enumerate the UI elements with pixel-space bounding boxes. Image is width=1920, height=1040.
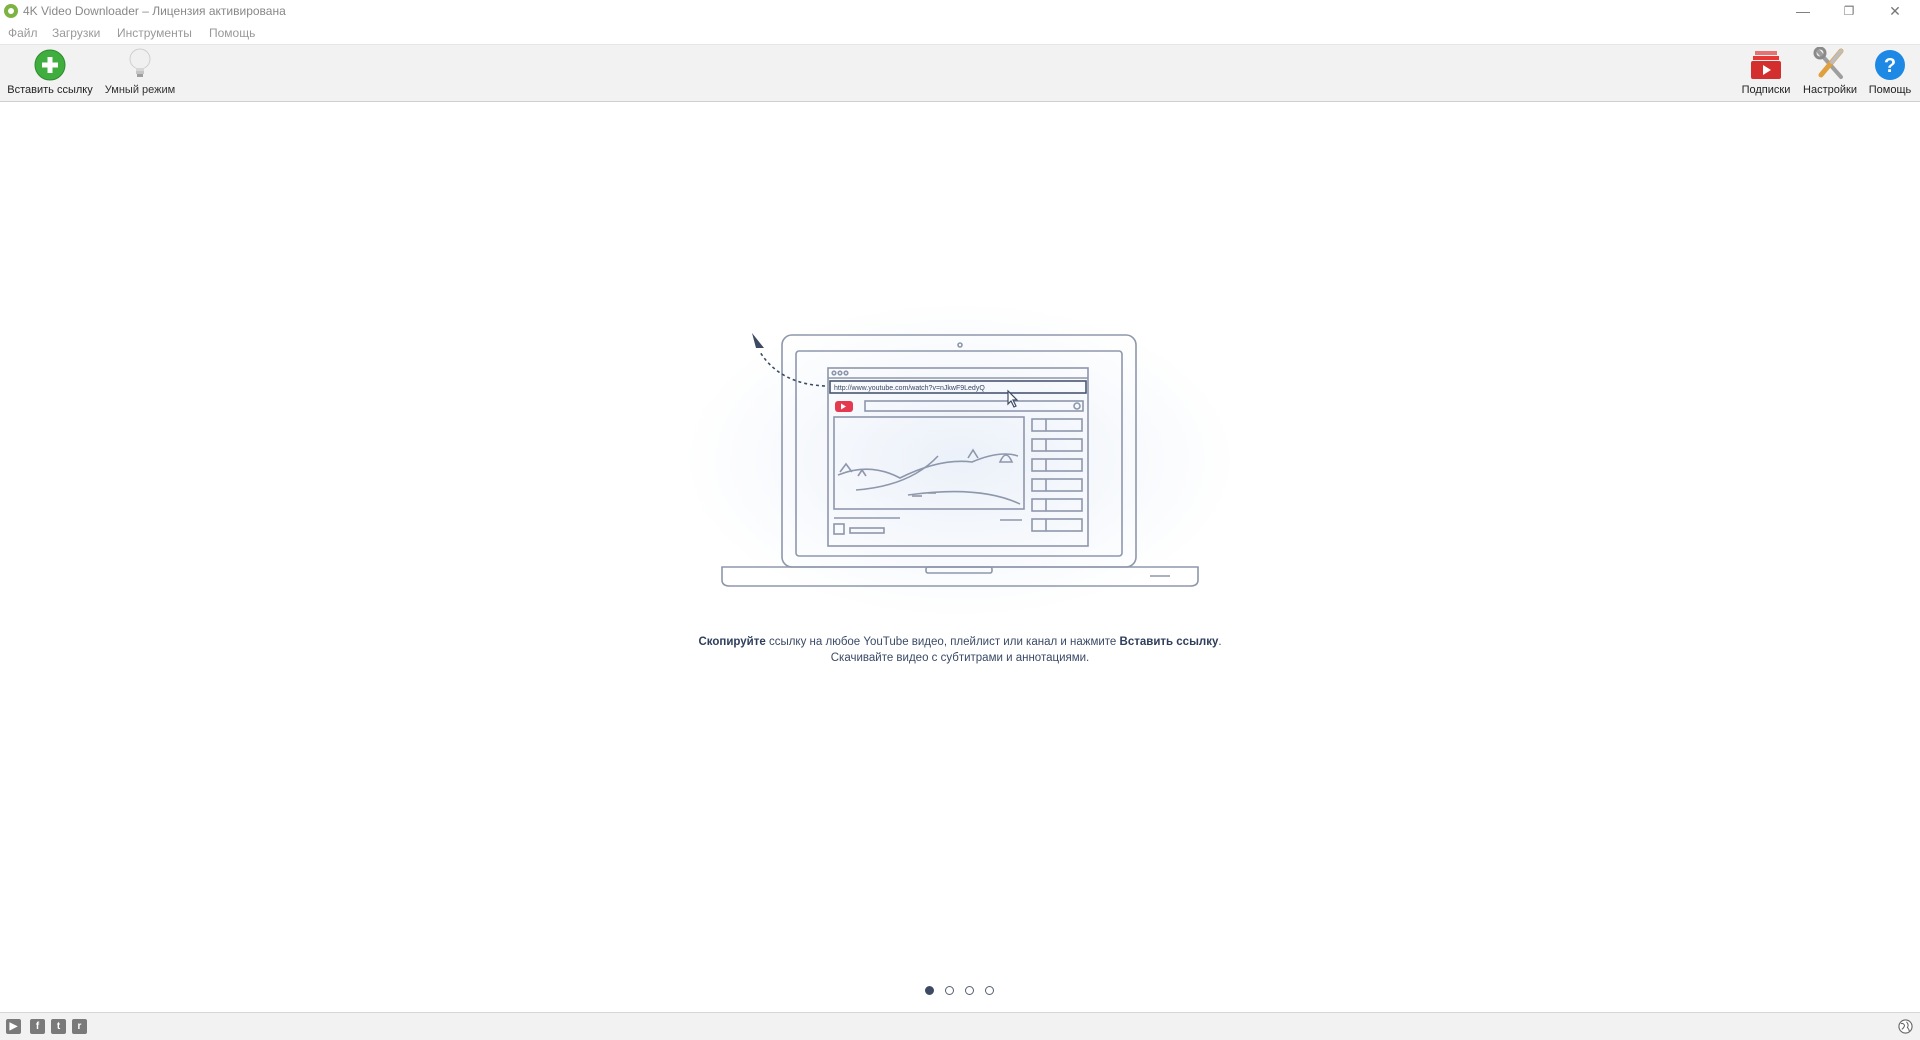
help-label: Помощь <box>1868 84 1912 96</box>
menu-downloads[interactable]: Загрузки <box>52 26 100 40</box>
youtube-stack-icon <box>1751 51 1781 79</box>
hint-paste-bold: Вставить ссылку <box>1119 636 1219 648</box>
paste-link-button[interactable]: Вставить ссылку <box>6 47 94 96</box>
hint-middle: ссылку на любое YouTube видео, плейлист … <box>765 636 1120 648</box>
subscriptions-button[interactable]: Подписки <box>1738 47 1794 96</box>
menu-bar: Файл Загрузки Инструменты Помощь <box>0 22 1920 44</box>
hint-period: . <box>1218 636 1222 648</box>
maximize-button[interactable]: ❐ <box>1826 0 1872 22</box>
youtube-icon[interactable]: ▶ <box>6 1019 21 1034</box>
hint-copy-bold: Скопируйте <box>698 636 766 648</box>
pager-dot-3[interactable] <box>965 986 974 995</box>
close-button[interactable]: ✕ <box>1872 0 1918 22</box>
reddit-icon[interactable]: r <box>72 1019 87 1034</box>
pager-dot-1[interactable] <box>925 986 934 995</box>
hint-line-1: Скопируйте ссылку на любое YouTube видео… <box>560 634 1360 650</box>
paste-link-label: Вставить ссылку <box>7 84 93 96</box>
facebook-icon[interactable]: f <box>30 1019 45 1034</box>
smart-mode-button[interactable]: Умный режим <box>104 47 176 96</box>
title-bar: 4K Video Downloader – Лицензия активиров… <box>0 0 1920 22</box>
settings-button[interactable]: Настройки <box>1798 47 1862 96</box>
settings-label: Настройки <box>1803 84 1857 96</box>
menu-file[interactable]: Файл <box>8 26 38 40</box>
hint-line-2: Скачивайте видео с субтитрами и аннотаци… <box>830 652 1090 664</box>
url-text: http://www.youtube.com/watch?v=nJkwF9Led… <box>834 385 985 392</box>
twitter-icon[interactable]: t <box>51 1019 66 1034</box>
globe-icon[interactable] <box>1898 1019 1913 1034</box>
menu-tools[interactable]: Инструменты <box>117 26 192 40</box>
hint-text: Скопируйте ссылку на любое YouTube видео… <box>560 634 1360 666</box>
help-button[interactable]: ? Помощь <box>1866 47 1914 96</box>
tools-icon <box>1813 47 1844 79</box>
svg-text:?: ? <box>1884 55 1896 77</box>
subscriptions-label: Подписки <box>1741 84 1791 96</box>
window-title: 4K Video Downloader – Лицензия активиров… <box>23 4 286 18</box>
pager-dot-2[interactable] <box>945 986 954 995</box>
app-logo-icon <box>4 4 18 18</box>
toolbar: Вставить ссылку Умный режим Подписки Нас… <box>0 44 1920 102</box>
menu-help[interactable]: Помощь <box>209 26 255 40</box>
laptop-illustration: http://www.youtube.com/watch?v=nJkwF9Led… <box>721 333 1199 587</box>
lightbulb-icon <box>129 48 151 77</box>
smart-mode-label: Умный режим <box>104 84 176 96</box>
pager-dot-4[interactable] <box>985 986 994 995</box>
minimize-button[interactable]: — <box>1780 0 1826 22</box>
pager <box>920 986 1000 998</box>
plus-circle-icon <box>34 49 66 81</box>
question-circle-icon: ? <box>1875 50 1905 80</box>
status-bar: ▶ f t r <box>0 1012 1920 1040</box>
